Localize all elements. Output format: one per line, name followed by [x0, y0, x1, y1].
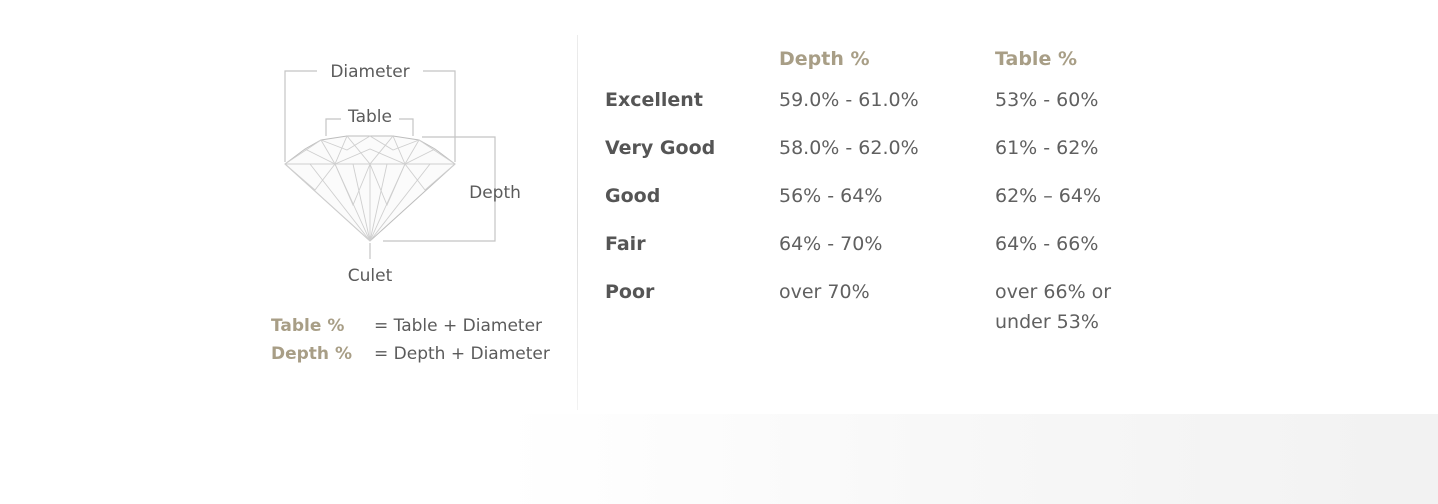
background-shade [0, 414, 1438, 504]
formula-expression: = Depth + Diameter [374, 344, 550, 364]
grade-cell: Excellent [605, 89, 703, 111]
formula-term: Depth % [271, 344, 352, 364]
table-row: Excellent 59.0% - 61.0% 53% - 60% [605, 78, 1155, 126]
formula-legend: Table % = Table + Diameter Depth % = Dep… [271, 312, 550, 368]
vertical-divider [577, 35, 578, 410]
grade-cell: Fair [605, 233, 646, 255]
table-cell: over 66% or under 53% [995, 281, 1112, 333]
grade-cell: Very Good [605, 137, 716, 159]
table-cell: 62% – 64% [995, 185, 1102, 207]
grade-cell: Good [605, 185, 661, 207]
culet-label: Culet [348, 266, 393, 286]
depth-cell: 59.0% - 61.0% [779, 89, 919, 111]
table-bracket-left [325, 118, 341, 136]
table-cell: 64% - 66% [995, 233, 1099, 255]
table-cell: 61% - 62% [995, 137, 1099, 159]
depth-label: Depth [469, 183, 521, 203]
diameter-label: Diameter [330, 62, 409, 82]
table-row: Very Good 58.0% - 62.0% 61% - 62% [605, 126, 1155, 174]
formula-term: Table % [271, 316, 345, 336]
formula-expression: = Table + Diameter [374, 316, 543, 336]
depth-cell: 56% - 64% [779, 185, 883, 207]
depth-cell: over 70% [779, 281, 870, 303]
header-depth-percent: Depth % [779, 48, 870, 70]
grade-cell: Poor [605, 281, 655, 303]
depth-cell: 64% - 70% [779, 233, 883, 255]
table-row: Poor over 70% over 66% or under 53% [605, 270, 1155, 337]
table-row: Good 56% - 64% 62% – 64% [605, 174, 1155, 222]
table-row: Fair 64% - 70% 64% - 66% [605, 222, 1155, 270]
formula-row: Table % = Table + Diameter [271, 312, 550, 340]
depth-cell: 58.0% - 62.0% [779, 137, 919, 159]
cut-grade-table: Depth % Table % Excellent 59.0% - 61.0% … [605, 40, 1155, 337]
header-table-percent: Table % [995, 48, 1077, 70]
table-label: Table [347, 107, 392, 127]
table-header-row: Depth % Table % [605, 40, 1155, 78]
formula-row: Depth % = Depth + Diameter [271, 340, 550, 368]
table-bracket-right [399, 118, 414, 136]
table-cell: 53% - 60% [995, 89, 1099, 111]
diamond-diagram: Diameter Table Depth Culet [284, 62, 521, 286]
